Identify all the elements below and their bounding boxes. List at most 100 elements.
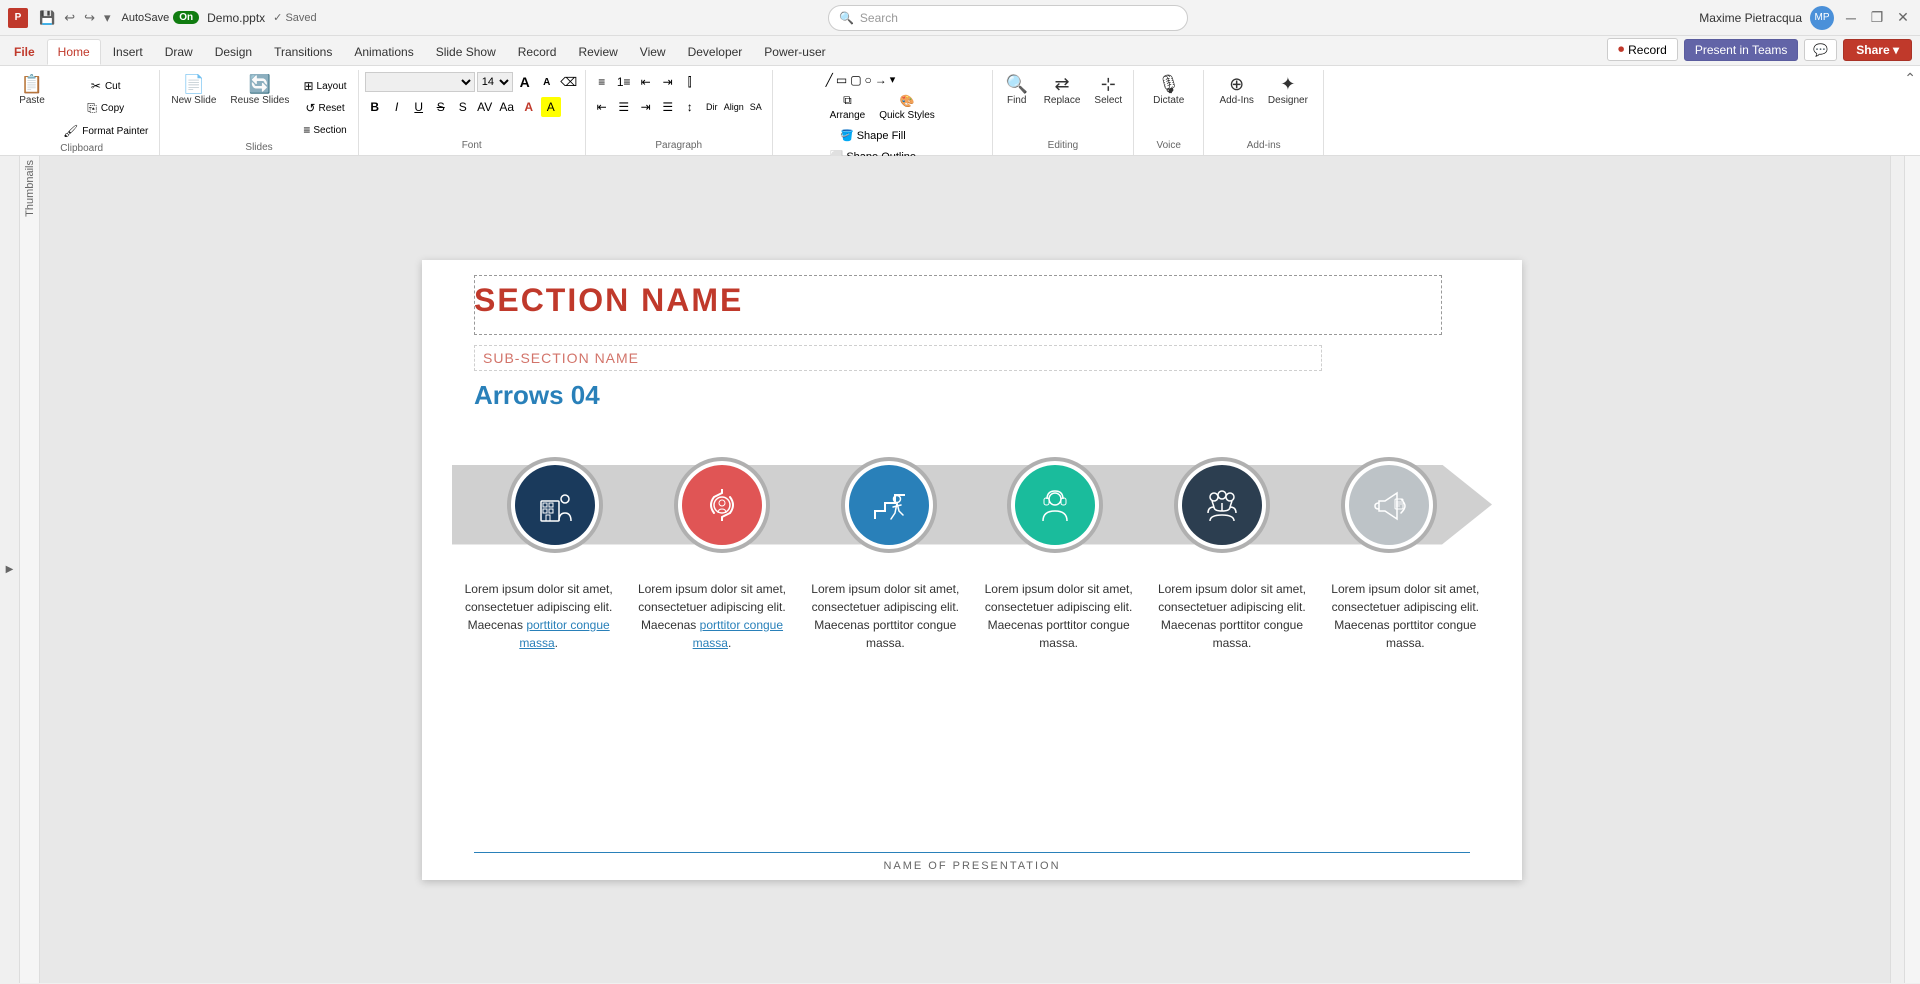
record-button[interactable]: ⏺ Record (1607, 38, 1678, 61)
strikethrough-btn[interactable]: S (431, 97, 451, 117)
circle-outer-6 (1341, 457, 1437, 553)
increase-indent-btn[interactable]: ⇥ (658, 72, 678, 92)
tab-draw[interactable]: Draw (155, 39, 203, 65)
shape-line[interactable]: ╱ (825, 72, 834, 88)
format-painter-button[interactable]: 🖌 Format Painter (58, 121, 153, 141)
change-case-btn[interactable]: Aa (497, 97, 517, 117)
align-center-btn[interactable]: ☰ (614, 97, 634, 117)
shape-rounded-rect[interactable]: ▢ (849, 72, 862, 88)
tab-review[interactable]: Review (568, 39, 627, 65)
numbering-btn[interactable]: 1≡ (614, 72, 634, 92)
tab-transitions[interactable]: Transitions (264, 39, 342, 65)
slide-canvas-area: SECTION NAME SUB-SECTION NAME Arrows 04 (40, 156, 1904, 983)
ribbon-group-font: 14 A A ⌫ B I U S S AV Aa A A Font (359, 70, 586, 155)
find-button[interactable]: 🔍 Find (999, 72, 1035, 109)
ribbon-group-editing: 🔍 Find ⇄ Replace ⊹ Select Editing (993, 70, 1135, 155)
tab-developer[interactable]: Developer (678, 39, 753, 65)
share-button[interactable]: Share ▾ (1843, 39, 1912, 61)
comments-button[interactable]: 💬 (1804, 39, 1837, 61)
clear-format-btn[interactable]: ⌫ (559, 72, 579, 92)
reset-button[interactable]: ↺ Reset (298, 98, 351, 118)
addins-button[interactable]: ⊕ Add-Ins (1214, 72, 1258, 109)
select-button[interactable]: ⊹ Select (1089, 72, 1127, 109)
font-size-select[interactable]: 14 (477, 72, 513, 92)
paste-button[interactable]: 📋 Paste (10, 72, 54, 109)
shape-rect[interactable]: ▭ (835, 72, 848, 88)
format-painter-icon: 🖌 (63, 124, 78, 138)
reuse-slides-button[interactable]: 🔄 Reuse Slides (225, 72, 294, 109)
desc-link-2[interactable]: porttitor congue massa (693, 618, 783, 650)
align-text-btn[interactable]: Align (724, 97, 744, 117)
search-box[interactable]: 🔍 Search (828, 5, 1188, 31)
sidebar-toggle[interactable]: ▶ (0, 156, 20, 983)
columns-btn[interactable]: ⫿ (680, 72, 700, 92)
replace-button[interactable]: ⇄ Replace (1039, 72, 1086, 109)
justify-btn[interactable]: ☰ (658, 97, 678, 117)
section-icon: ≡ (303, 123, 310, 137)
italic-btn[interactable]: I (387, 97, 407, 117)
quick-styles-button[interactable]: 🎨 Quick Styles (874, 90, 940, 124)
subsection-name[interactable]: SUB-SECTION NAME (474, 345, 1322, 371)
dictate-button[interactable]: 🎙 Dictate (1148, 72, 1189, 109)
tab-poweruser[interactable]: Power-user (754, 39, 835, 65)
qa-save-btn[interactable]: 💾 (36, 9, 58, 27)
minimize-btn[interactable]: ─ (1842, 9, 1860, 27)
font-family-select[interactable] (365, 72, 475, 92)
copy-button[interactable]: ⎘ Copy (58, 98, 153, 119)
shape-arrow[interactable]: → (874, 72, 888, 88)
tab-animations[interactable]: Animations (344, 39, 423, 65)
align-right-btn[interactable]: ⇥ (636, 97, 656, 117)
increase-font-btn[interactable]: A (515, 72, 535, 92)
char-spacing-btn[interactable]: AV (475, 97, 495, 117)
addins-icon: ⊕ (1229, 75, 1244, 93)
shape-more[interactable]: ▾ (889, 72, 897, 88)
slide-title[interactable]: Arrows 04 (474, 380, 600, 411)
slide-canvas[interactable]: SECTION NAME SUB-SECTION NAME Arrows 04 (422, 260, 1522, 880)
select-icon: ⊹ (1101, 75, 1116, 93)
shape-oval[interactable]: ○ (864, 72, 873, 88)
decrease-indent-btn[interactable]: ⇤ (636, 72, 656, 92)
designer-button[interactable]: ✦ Designer (1263, 72, 1313, 109)
close-btn[interactable]: ✕ (1894, 9, 1912, 27)
decrease-font-btn[interactable]: A (537, 72, 557, 92)
tab-design[interactable]: Design (205, 39, 262, 65)
align-left-btn[interactable]: ⇤ (592, 97, 612, 117)
new-slide-button[interactable]: 📄 New Slide (166, 72, 221, 109)
circle-icon-1 (533, 483, 577, 527)
bold-btn[interactable]: B (365, 97, 385, 117)
clipboard-label: Clipboard (60, 141, 103, 156)
arrange-button[interactable]: ⧉ Arrange (825, 90, 871, 124)
desc-link-1[interactable]: porttitor congue massa (519, 618, 609, 650)
present-teams-button[interactable]: Present in Teams (1684, 39, 1799, 61)
desc-text-1: Lorem ipsum dolor sit amet, consectetuer… (465, 582, 613, 650)
layout-button[interactable]: ⊞ Layout (298, 76, 351, 96)
section-button[interactable]: ≡ Section (298, 120, 351, 140)
tab-insert[interactable]: Insert (103, 39, 153, 65)
tab-record[interactable]: Record (508, 39, 567, 65)
shadow-btn[interactable]: S (453, 97, 473, 117)
cut-button[interactable]: ✂ Cut (58, 76, 153, 96)
ribbon-collapse-btn[interactable]: ⌃ (1904, 70, 1916, 87)
restore-btn[interactable]: ❐ (1868, 9, 1886, 27)
font-color-btn[interactable]: A (519, 97, 539, 117)
shape-fill-button[interactable]: 🪣 Shape Fill (825, 126, 921, 145)
tab-home[interactable]: Home (47, 39, 101, 65)
qa-more-btn[interactable]: ▾ (101, 9, 114, 27)
qa-redo-btn[interactable]: ↪ (81, 9, 98, 27)
underline-btn[interactable]: U (409, 97, 429, 117)
tab-slideshow[interactable]: Slide Show (426, 39, 506, 65)
direction-btn[interactable]: Dir (702, 97, 722, 117)
circle-inner-4 (1015, 465, 1095, 545)
section-name[interactable]: SECTION NAME (474, 282, 1442, 319)
autosave-toggle[interactable]: On (173, 11, 199, 24)
scrollbar-vertical[interactable] (1890, 156, 1904, 983)
smartart-btn[interactable]: SA (746, 97, 766, 117)
circle-icon-6 (1367, 483, 1411, 527)
qa-undo-btn[interactable]: ↩ (61, 9, 78, 27)
tab-view[interactable]: View (630, 39, 676, 65)
tab-file[interactable]: File (4, 39, 45, 65)
bullets-btn[interactable]: ≡ (592, 72, 612, 92)
line-spacing-btn[interactable]: ↕ (680, 97, 700, 117)
circle-outer-5 (1174, 457, 1270, 553)
highlight-btn[interactable]: A (541, 97, 561, 117)
